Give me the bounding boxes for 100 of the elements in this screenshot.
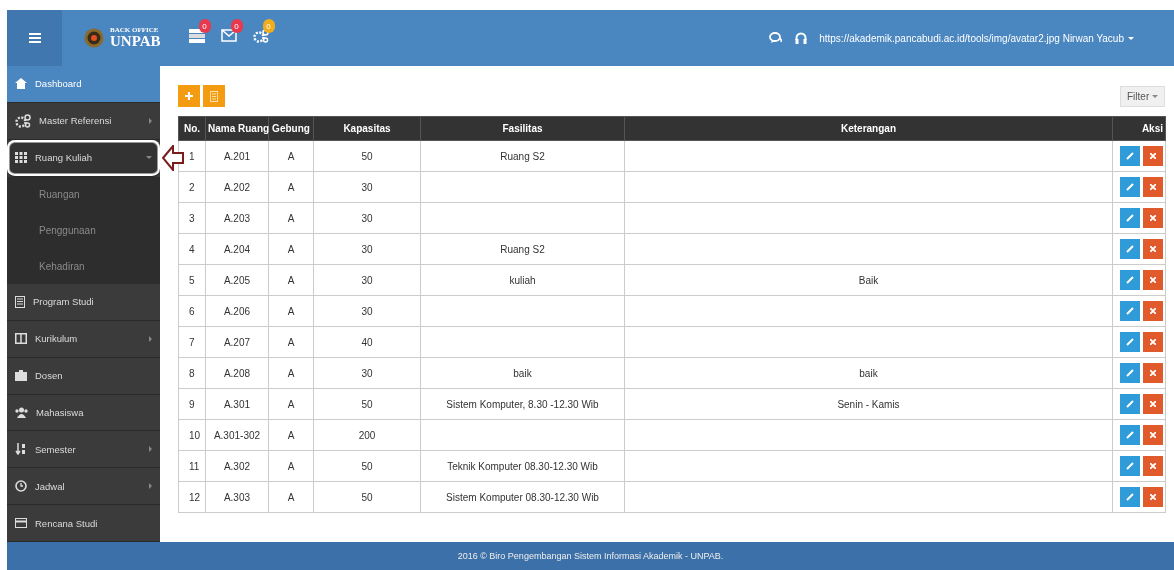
table-cell: A (268, 357, 314, 389)
delete-button[interactable] (1143, 270, 1163, 290)
server-icon[interactable] (188, 29, 205, 43)
table-cell: A.302 (205, 450, 269, 482)
submenu-item[interactable]: Penggunaan (7, 212, 160, 249)
table-cell: A (268, 295, 314, 327)
delete-button[interactable] (1143, 363, 1163, 383)
table-cell: 200 (313, 419, 421, 451)
sidebar-item[interactable]: Dosen (7, 357, 160, 395)
pencil-icon (1126, 493, 1134, 501)
delete-button[interactable] (1143, 394, 1163, 414)
edit-button[interactable] (1120, 301, 1140, 321)
envelope-icon[interactable] (220, 29, 237, 42)
sidebar-item[interactable]: Mahasiswa (7, 394, 160, 432)
sidebar-item[interactable]: Dashboard (7, 66, 160, 103)
table-cell: A (268, 264, 314, 296)
table-cell: A (268, 481, 314, 513)
edit-button[interactable] (1120, 208, 1140, 228)
close-icon (1150, 153, 1156, 159)
close-icon (1150, 370, 1156, 376)
gears-icon[interactable] (252, 29, 269, 43)
sidebar-item[interactable]: Semester (7, 431, 160, 469)
edit-button[interactable] (1120, 270, 1140, 290)
table-cell: Sistem Komputer, 8.30 -12.30 Wib (420, 388, 625, 420)
sidebar-item[interactable]: Program Studi (7, 284, 160, 321)
table-cell: 9 (178, 388, 206, 420)
table-cell: 50 (313, 450, 421, 482)
table-cell: 30 (313, 202, 421, 234)
table-cell: 6 (178, 295, 206, 327)
edit-button[interactable] (1120, 146, 1140, 166)
edit-button[interactable] (1120, 363, 1140, 383)
plus-icon (185, 92, 193, 100)
pencil-icon (1126, 245, 1134, 253)
table-cell: A (268, 171, 314, 203)
column-header: Nama Ruang (205, 116, 269, 141)
table-cell: kuliah (420, 264, 625, 296)
delete-button[interactable] (1143, 487, 1163, 507)
delete-button[interactable] (1143, 425, 1163, 445)
close-icon (1150, 463, 1156, 469)
count-badge: 0 (198, 19, 211, 33)
close-icon (1150, 339, 1156, 345)
add-button[interactable] (178, 85, 200, 107)
delete-button[interactable] (1143, 239, 1163, 259)
column-header: Keterangan (624, 116, 1113, 141)
submenu-item[interactable]: Kehadiran (7, 248, 160, 285)
pencil-icon (1126, 400, 1134, 408)
table-cell: 50 (313, 140, 421, 172)
columns-icon (15, 333, 27, 345)
table-cell: 30 (313, 171, 421, 203)
submenu-item[interactable]: Ruangan (7, 176, 160, 213)
sidebar-item[interactable]: Kurikulum (7, 320, 160, 358)
sidebar-item[interactable]: Master Referensi (7, 102, 160, 140)
delete-button[interactable] (1143, 301, 1163, 321)
table-cell: 11 (178, 450, 206, 482)
table-cell: baik (420, 357, 625, 389)
table-cell: A (268, 140, 314, 172)
menu-icon[interactable] (28, 33, 41, 43)
caret-icon (149, 483, 152, 490)
table-cell: A.206 (205, 295, 269, 327)
table-cell: Senin - Kamis (624, 388, 1113, 420)
caret-icon (149, 446, 152, 453)
table-cell: A.201 (205, 140, 269, 172)
delete-button[interactable] (1143, 208, 1163, 228)
table-cell: A.207 (205, 326, 269, 358)
pencil-icon (1126, 214, 1134, 222)
table-cell: 7 (178, 326, 206, 358)
table-cell: Ruang S2 (420, 233, 625, 265)
delete-button[interactable] (1143, 332, 1163, 352)
table-cell: A (268, 450, 314, 482)
edit-button[interactable] (1120, 487, 1140, 507)
gears-icon (15, 113, 31, 128)
sidebar-item[interactable]: Jadwal (7, 468, 160, 506)
table-cell: A.205 (205, 264, 269, 296)
table-cell: Ruang S2 (420, 140, 625, 172)
caret-icon (146, 156, 152, 160)
edit-button[interactable] (1120, 425, 1140, 445)
headset-icon[interactable] (795, 32, 808, 44)
edit-button[interactable] (1120, 394, 1140, 414)
count-badge: 0 (262, 19, 275, 33)
edit-button[interactable] (1120, 177, 1140, 197)
table-cell: A.301 (205, 388, 269, 420)
document-icon (15, 296, 25, 308)
chat-icon[interactable] (769, 32, 784, 44)
table-cell: A.301-302 (205, 419, 269, 451)
column-header: Fasilitas (420, 116, 625, 141)
delete-button[interactable] (1143, 146, 1163, 166)
edit-button[interactable] (1120, 456, 1140, 476)
card-icon (15, 518, 27, 529)
filter-button[interactable]: Filter (1120, 85, 1165, 107)
delete-button[interactable] (1143, 456, 1163, 476)
edit-button[interactable] (1120, 332, 1140, 352)
close-icon (1150, 277, 1156, 283)
sidebar-item[interactable]: Rencana Studi (7, 505, 160, 542)
table-cell: 40 (313, 326, 421, 358)
table-cell: 2 (178, 171, 206, 203)
edit-button[interactable] (1120, 239, 1140, 259)
table-cell: A.303 (205, 481, 269, 513)
delete-button[interactable] (1143, 177, 1163, 197)
emblem-logo (84, 28, 104, 48)
brand-name: UNPAB (110, 34, 161, 49)
